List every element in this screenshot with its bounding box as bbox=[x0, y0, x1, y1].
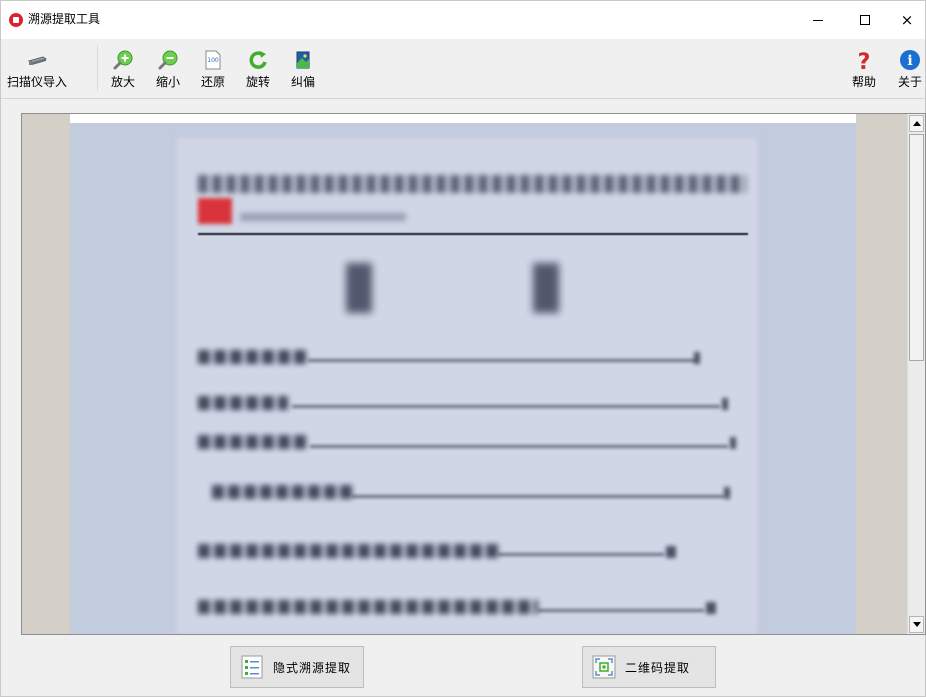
toc-page-number bbox=[724, 487, 730, 499]
about-label: 关于 bbox=[898, 75, 923, 89]
minimize-icon bbox=[813, 19, 823, 21]
arrow-down-icon bbox=[912, 622, 921, 627]
app-logo-icon bbox=[9, 13, 23, 27]
qr-scan-icon bbox=[592, 655, 616, 679]
close-button[interactable]: × bbox=[887, 1, 926, 39]
app-window: 溯源提取工具 × 扫描仪导入 放大 缩小 100 还原 旋转 纠偏 ? 帮助 i… bbox=[0, 0, 926, 697]
toc-entry-text bbox=[198, 396, 288, 410]
scanner-icon bbox=[27, 56, 48, 65]
toc-entry-text bbox=[212, 485, 352, 499]
rotate-icon bbox=[249, 51, 267, 69]
zoom-in-button[interactable]: 放大 bbox=[111, 49, 135, 89]
zoom-in-label: 放大 bbox=[111, 75, 136, 89]
actual-size-icon: 100 bbox=[205, 50, 221, 70]
toc-heading-char bbox=[533, 263, 559, 313]
toc-leader-line bbox=[352, 495, 724, 498]
help-icon: ? bbox=[858, 50, 871, 71]
toolbar: 扫描仪导入 放大 缩小 100 还原 旋转 纠偏 ? 帮助 i 关于 bbox=[1, 39, 925, 99]
toc-leader-line bbox=[498, 553, 664, 556]
zoom-out-button[interactable]: 缩小 bbox=[156, 49, 180, 89]
scanner-import-label: 扫描仪导入 bbox=[7, 75, 68, 89]
actual-size-icon-text: 100 bbox=[207, 57, 219, 64]
toc-page-number bbox=[706, 602, 716, 614]
deskew-button[interactable]: 纠偏 bbox=[291, 49, 315, 89]
rotate-button[interactable]: 旋转 bbox=[246, 49, 270, 89]
scanned-document-image bbox=[70, 123, 856, 634]
arrow-up-icon bbox=[912, 121, 921, 126]
minimize-button[interactable] bbox=[795, 1, 841, 39]
document-header-text bbox=[198, 175, 746, 193]
toc-entry-text bbox=[198, 544, 498, 558]
maximize-button[interactable] bbox=[842, 1, 888, 39]
zoom-in-icon bbox=[113, 50, 133, 70]
title-bar: 溯源提取工具 × bbox=[1, 1, 925, 39]
toc-page-number bbox=[694, 352, 700, 364]
toc-page-number bbox=[730, 437, 736, 449]
toc-entry-text bbox=[198, 350, 308, 364]
toc-leader-line bbox=[308, 359, 696, 362]
restore-label: 还原 bbox=[201, 75, 226, 89]
about-button[interactable]: i 关于 bbox=[898, 49, 922, 89]
help-button[interactable]: ? 帮助 bbox=[852, 49, 876, 89]
toc-entry-text bbox=[198, 435, 310, 449]
scroll-up-button[interactable] bbox=[909, 115, 924, 132]
deskew-icon bbox=[296, 51, 310, 69]
toc-page-number bbox=[666, 546, 676, 558]
help-glyph: ? bbox=[858, 50, 871, 71]
toc-heading-char bbox=[346, 263, 372, 313]
document-header-rule bbox=[198, 233, 748, 235]
help-label: 帮助 bbox=[852, 75, 877, 89]
toc-leader-line bbox=[292, 405, 720, 408]
document-canvas bbox=[70, 114, 856, 634]
zoom-out-label: 缩小 bbox=[156, 75, 181, 89]
toc-leader-line bbox=[538, 609, 704, 612]
info-icon: i bbox=[900, 50, 920, 70]
document-subheader-text bbox=[240, 213, 406, 221]
restore-button[interactable]: 100 还原 bbox=[201, 49, 225, 89]
zoom-out-icon bbox=[158, 50, 178, 70]
toc-page-number bbox=[722, 398, 728, 410]
hidden-trace-extract-label: 隐式溯源提取 bbox=[273, 660, 352, 675]
document-logo bbox=[198, 198, 232, 224]
image-viewer[interactable] bbox=[21, 113, 926, 635]
qr-extract-label: 二维码提取 bbox=[625, 660, 691, 675]
scroll-thumb[interactable] bbox=[909, 134, 924, 361]
toc-entry-text bbox=[198, 600, 538, 614]
list-document-icon bbox=[241, 655, 263, 679]
info-glyph: i bbox=[907, 53, 912, 69]
vertical-scrollbar[interactable] bbox=[907, 114, 925, 634]
scanner-import-button[interactable]: 扫描仪导入 bbox=[7, 49, 67, 89]
toc-leader-line bbox=[310, 445, 728, 448]
qr-extract-button[interactable]: 二维码提取 bbox=[582, 646, 716, 688]
toolbar-separator bbox=[97, 45, 98, 91]
deskew-label: 纠偏 bbox=[291, 75, 316, 89]
hidden-trace-extract-button[interactable]: 隐式溯源提取 bbox=[230, 646, 364, 688]
rotate-label: 旋转 bbox=[246, 75, 271, 89]
maximize-icon bbox=[860, 15, 870, 25]
window-title: 溯源提取工具 bbox=[28, 12, 101, 26]
close-icon: × bbox=[900, 11, 914, 29]
scroll-down-button[interactable] bbox=[909, 616, 924, 633]
